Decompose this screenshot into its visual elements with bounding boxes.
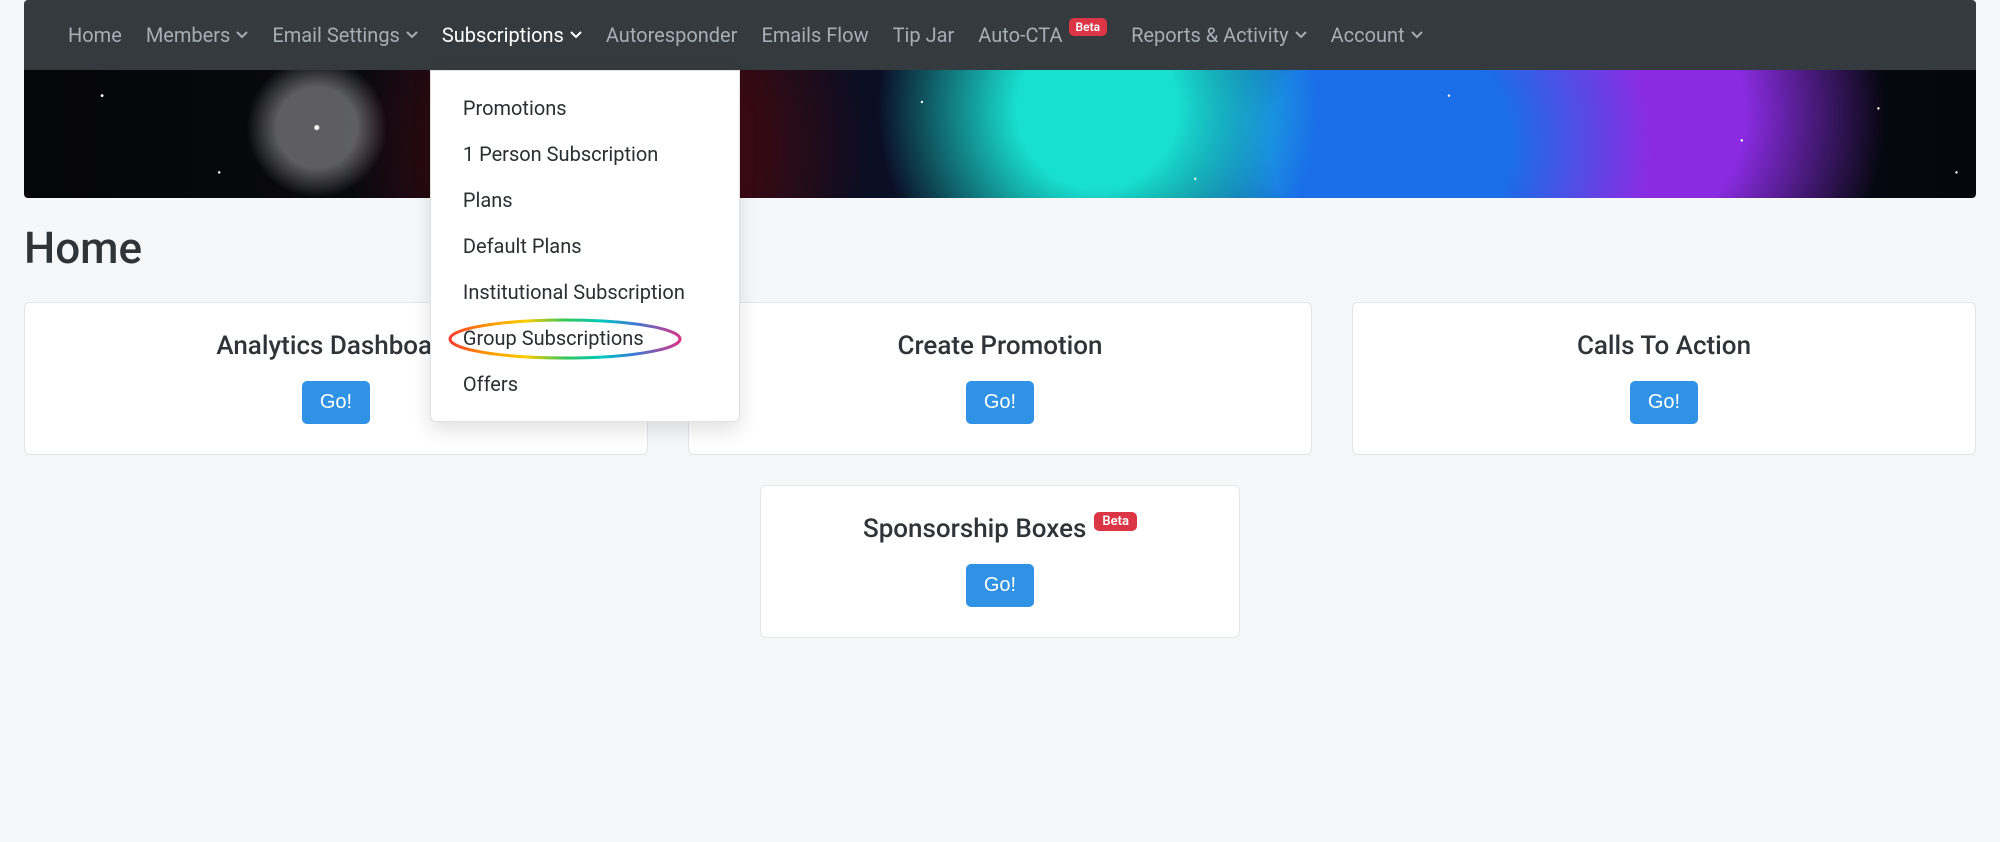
- dropdown-item-default-plans[interactable]: Default Plans: [431, 223, 739, 269]
- card-title: Create Promotion: [897, 331, 1102, 361]
- hero-banner: [24, 70, 1976, 198]
- cards-row-2: Sponsorship Boxes Beta Go!: [24, 485, 1976, 638]
- dropdown-label: Default Plans: [463, 234, 582, 258]
- nav-auto-cta[interactable]: Auto-CTA Beta: [966, 0, 1119, 70]
- dropdown-label: Plans: [463, 188, 513, 212]
- nav-label: Reports & Activity: [1131, 23, 1289, 47]
- nav-label: Autoresponder: [606, 23, 738, 47]
- nav-label: Emails Flow: [761, 23, 868, 47]
- nav-home[interactable]: Home: [56, 0, 134, 70]
- card-calls-to-action: Calls To Action Go!: [1352, 302, 1976, 455]
- card-title-text: Sponsorship Boxes: [863, 514, 1086, 544]
- dropdown-item-offers[interactable]: Offers: [431, 361, 739, 407]
- dropdown-item-1-person-subscription[interactable]: 1 Person Subscription: [431, 131, 739, 177]
- page-title: Home: [24, 222, 1976, 274]
- go-button-promotion[interactable]: Go!: [966, 381, 1034, 424]
- card-create-promotion: Create Promotion Go!: [688, 302, 1312, 455]
- dropdown-label: Group Subscriptions: [463, 326, 644, 350]
- dropdown-item-promotions[interactable]: Promotions: [431, 85, 739, 131]
- nav-label: Account: [1331, 23, 1405, 47]
- nav-label: Tip Jar: [893, 23, 955, 47]
- nav-reports-activity[interactable]: Reports & Activity: [1119, 0, 1319, 70]
- cards-row-1: Analytics Dashboard Go! Create Promotion…: [24, 302, 1976, 455]
- card-title: Calls To Action: [1577, 331, 1751, 361]
- nav-autoresponder[interactable]: Autoresponder: [594, 0, 750, 70]
- nav-label: Auto-CTA: [978, 23, 1062, 47]
- go-button-cta[interactable]: Go!: [1630, 381, 1698, 424]
- card-title: Analytics Dashboard: [216, 331, 455, 361]
- nav-tip-jar[interactable]: Tip Jar: [881, 0, 967, 70]
- card-title: Sponsorship Boxes Beta: [863, 514, 1137, 544]
- chevron-down-icon: [1295, 31, 1307, 39]
- subscriptions-dropdown: Promotions 1 Person Subscription Plans D…: [430, 70, 740, 422]
- dropdown-item-group-subscriptions[interactable]: Group Subscriptions: [431, 315, 739, 361]
- nav-label: Subscriptions: [442, 23, 564, 47]
- go-button-sponsorship[interactable]: Go!: [966, 564, 1034, 607]
- top-navbar: Home Members Email Settings Subscription…: [24, 0, 1976, 70]
- nav-account[interactable]: Account: [1319, 0, 1435, 70]
- dropdown-item-plans[interactable]: Plans: [431, 177, 739, 223]
- dropdown-label: Promotions: [463, 96, 567, 120]
- nav-emails-flow[interactable]: Emails Flow: [749, 0, 880, 70]
- beta-badge: Beta: [1069, 18, 1108, 36]
- dropdown-label: 1 Person Subscription: [463, 142, 658, 166]
- dropdown-item-institutional-subscription[interactable]: Institutional Subscription: [431, 269, 739, 315]
- dropdown-label: Institutional Subscription: [463, 280, 685, 304]
- chevron-down-icon: [406, 31, 418, 39]
- nav-label: Members: [146, 23, 231, 47]
- dropdown-label: Offers: [463, 372, 518, 396]
- card-sponsorship-boxes: Sponsorship Boxes Beta Go!: [760, 485, 1240, 638]
- nav-members[interactable]: Members: [134, 0, 261, 70]
- nav-subscriptions[interactable]: Subscriptions Promotions 1 Person Subscr…: [430, 0, 594, 70]
- chevron-down-icon: [1411, 31, 1423, 39]
- nav-email-settings[interactable]: Email Settings: [260, 0, 430, 70]
- chevron-down-icon: [236, 31, 248, 39]
- go-button-analytics[interactable]: Go!: [302, 381, 370, 424]
- chevron-down-icon: [570, 31, 582, 39]
- beta-badge: Beta: [1094, 512, 1137, 531]
- nav-label: Email Settings: [272, 23, 400, 47]
- nav-label: Home: [68, 23, 122, 47]
